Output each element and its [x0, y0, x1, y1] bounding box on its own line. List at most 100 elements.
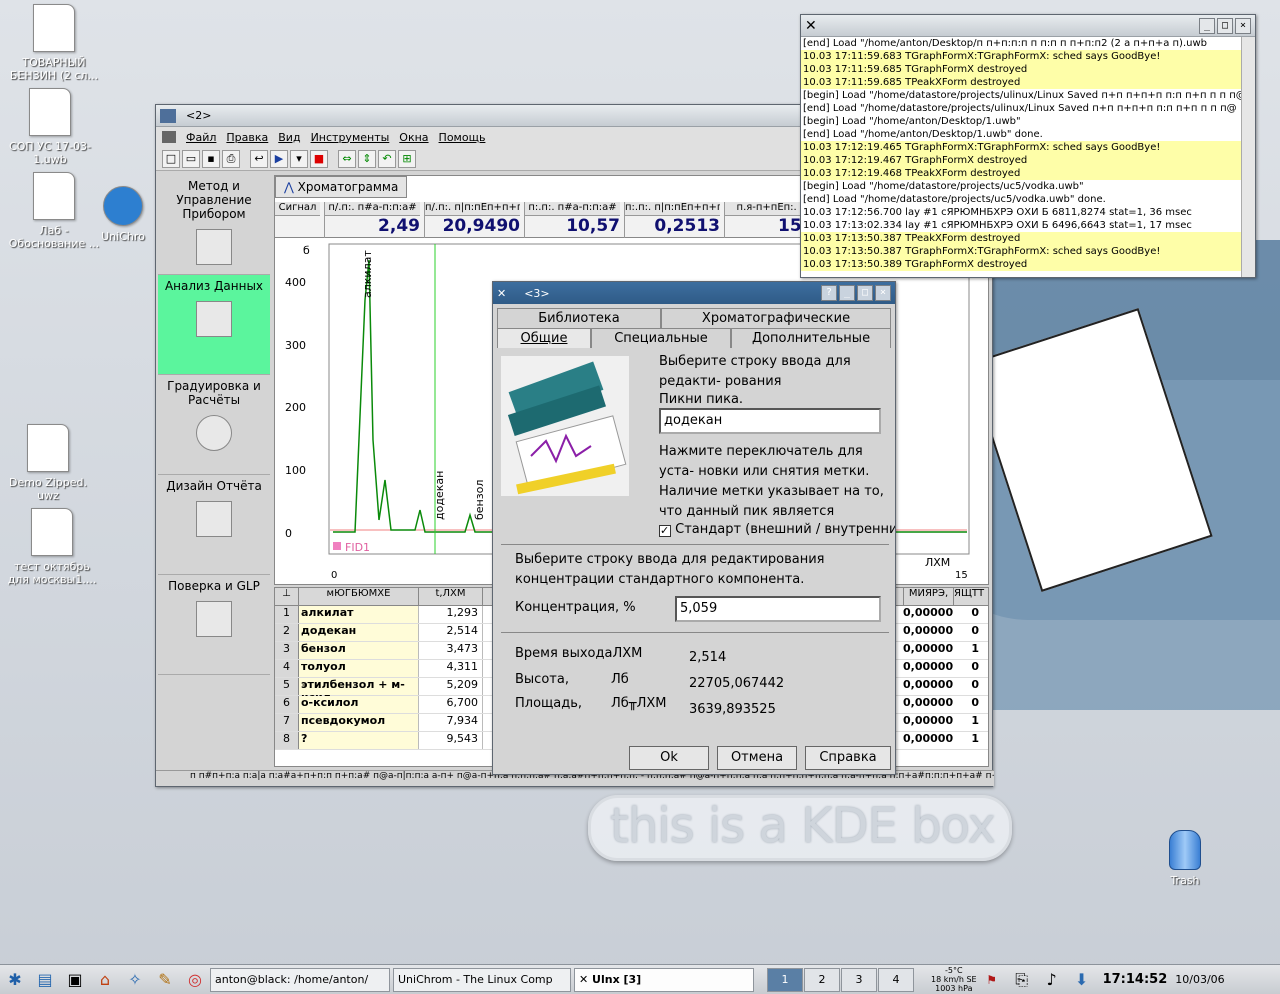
zoom-vertical-icon[interactable]: ⇕ — [358, 149, 376, 168]
column-header-conc[interactable]: МИЯРЭ, — [903, 588, 953, 605]
help-button[interactable]: ? — [821, 285, 837, 301]
row-number: 1 — [275, 606, 299, 623]
open-folder-icon[interactable]: ▭ — [182, 149, 200, 168]
maximize-button[interactable]: □ — [1217, 17, 1233, 34]
weather-widget[interactable]: -5°C 18 km/h SE 1003 hPa — [931, 966, 977, 993]
tab-library[interactable]: Библиотека — [497, 308, 661, 328]
component-name[interactable]: толуол — [299, 660, 419, 677]
volume-icon[interactable]: ♪ — [1040, 968, 1064, 992]
network-icon[interactable]: ✧ — [123, 968, 147, 992]
new-file-icon[interactable]: □ — [162, 149, 180, 168]
log-text-area[interactable]: [end] Load "/home/anton/Desktop/п п+п:п:… — [801, 37, 1241, 277]
pager-desktop-1[interactable]: 1 — [767, 967, 803, 992]
dropdown-icon[interactable]: ▾ — [290, 149, 308, 168]
dialog-titlebar[interactable]: ✕ <3> ? _ □ × — [493, 282, 895, 304]
component-name[interactable]: этилбензол + м-ксил — [299, 678, 419, 704]
pager-desktop-2[interactable]: 2 — [804, 967, 840, 992]
signal-cell: п:.п:. п#а-п:п:а# 10,57 — [525, 202, 625, 238]
trash[interactable]: Trash — [1155, 830, 1215, 887]
sidebar-item-glp[interactable]: Поверка и GLP — [158, 575, 270, 675]
clock-time[interactable]: 17:14:52 — [1103, 972, 1168, 987]
stop-icon[interactable]: ■ — [310, 149, 328, 168]
log-line: 10.03 17:11:59.685 TGraphFormX destroyed — [801, 63, 1241, 76]
concentration: 0,00000 — [903, 642, 954, 655]
desktop-icon-gasoline[interactable]: ТОВАРНЫЙ БЕНЗИН (2 сл... — [4, 4, 104, 82]
minimize-button[interactable]: _ — [1199, 17, 1215, 34]
standard-flag: 0 — [971, 660, 979, 673]
dialog-title: <3> — [524, 286, 550, 300]
log-line: 10.03 17:12:19.465 TGraphFormX:TGraphFor… — [801, 141, 1241, 154]
lifebuoy-icon[interactable]: ◎ — [183, 968, 207, 992]
download-icon[interactable]: ⬇ — [1070, 968, 1094, 992]
clock-date[interactable]: 10/03/06 — [1175, 973, 1224, 986]
retention-time: 3,473 — [419, 642, 483, 659]
desktop-pager: 1 2 3 4 — [767, 967, 915, 992]
pager-desktop-3[interactable]: 3 — [841, 967, 877, 992]
save-icon[interactable]: ▪ — [202, 149, 220, 168]
menu-windows[interactable]: Окна — [399, 131, 428, 144]
task-ulnx[interactable]: ✕ Ulnx [3] — [574, 967, 754, 992]
standard-checkbox[interactable]: ✓ — [659, 525, 671, 537]
zoom-horizontal-icon[interactable]: ⇔ — [338, 149, 356, 168]
height-unit: Лб — [611, 672, 629, 687]
zoom-fit-icon[interactable]: ⊞ — [398, 149, 416, 168]
office-icon[interactable]: ✎ — [153, 968, 177, 992]
terminal-icon[interactable]: ▣ — [63, 968, 87, 992]
print-icon[interactable]: ⎙ — [222, 149, 240, 168]
undo-icon[interactable]: ↩ — [250, 149, 268, 168]
sidebar-item-analysis[interactable]: Анализ Данных — [158, 275, 270, 375]
tab-special[interactable]: Специальные — [591, 328, 731, 348]
menu-tools[interactable]: Инструменты — [311, 131, 390, 144]
close-button[interactable]: × — [875, 285, 891, 301]
desktop-icon[interactable]: ▤ — [33, 968, 57, 992]
maximize-button[interactable]: □ — [857, 285, 873, 301]
component-name[interactable]: алкилат — [299, 606, 419, 623]
height-label: Высота, — [515, 672, 569, 687]
menu-file[interactable]: Файл — [186, 131, 216, 144]
kde-menu-icon[interactable]: ✱ — [3, 968, 27, 992]
minimize-button[interactable]: _ — [839, 285, 855, 301]
component-name[interactable]: додекан — [299, 624, 419, 641]
close-button[interactable]: × — [1235, 17, 1251, 34]
desktop-icon-test[interactable]: тест октябрь для москвы1.... — [2, 508, 102, 586]
log-window-titlebar[interactable]: ✕ _ □ × — [801, 15, 1255, 37]
desktop-icon-sop[interactable]: СОП УС 17-03-1.uwb — [0, 88, 100, 166]
ok-button[interactable]: Ok — [629, 746, 709, 770]
zoom-undo-icon[interactable]: ↶ — [378, 149, 396, 168]
concentration-label: Концентрация, % — [515, 600, 636, 615]
standard-checkbox-row[interactable]: ✓ Стандарт (внешний / внутренни — [659, 520, 895, 540]
task-unichrom[interactable]: UniChrom - The Linux Comp — [393, 967, 571, 992]
column-header-std[interactable]: ЯЩТТ — [953, 588, 984, 605]
tab-additional[interactable]: Дополнительные — [731, 328, 891, 348]
play-icon[interactable]: ▶ — [270, 149, 288, 168]
desktop-icon-unichrom[interactable]: UniChro — [88, 186, 158, 243]
component-name[interactable]: псевдокумол — [299, 714, 419, 731]
log-scrollbar[interactable] — [1241, 37, 1255, 277]
component-name[interactable]: о-ксилол — [299, 696, 419, 713]
desktop-icon-demo[interactable]: Demo Zipped. uwz — [0, 424, 98, 502]
tab-chromatographic[interactable]: Хроматографические — [661, 308, 891, 328]
calibration-icon — [196, 415, 232, 451]
klipper-icon[interactable]: ⎘ — [1010, 968, 1034, 992]
pager-desktop-4[interactable]: 4 — [878, 967, 914, 992]
menu-view[interactable]: Вид — [278, 131, 300, 144]
component-name[interactable]: ? — [299, 732, 419, 749]
tab-chromatogram[interactable]: ⋀ Хроматограмма — [275, 176, 408, 198]
us-flag-icon[interactable]: ⚑ — [980, 968, 1004, 992]
component-name[interactable]: бензол — [299, 642, 419, 659]
column-header-time[interactable]: t,ЛХМ — [419, 588, 483, 605]
column-header-name[interactable]: мЮГБЮМХЕ — [299, 588, 419, 605]
cancel-button[interactable]: Отмена — [717, 746, 797, 770]
concentration-input[interactable]: 5,059 — [675, 596, 881, 622]
tab-general[interactable]: Общие — [497, 328, 591, 348]
peak-name-input[interactable]: додекан — [659, 408, 881, 434]
sidebar-item-method[interactable]: Метод и Управление Прибором — [158, 175, 270, 275]
menu-edit[interactable]: Правка — [226, 131, 268, 144]
home-icon[interactable]: ⌂ — [93, 968, 117, 992]
task-terminal[interactable]: anton@black: /home/anton/ — [210, 967, 390, 992]
sidebar-item-report[interactable]: Дизайн Отчёта — [158, 475, 270, 575]
chromatogram-icon: ⋀ — [284, 180, 294, 194]
help-dialog-button[interactable]: Справка — [805, 746, 891, 770]
menu-help[interactable]: Помощь — [439, 131, 486, 144]
sidebar-item-calibration[interactable]: Градуировка и Расчёты — [158, 375, 270, 475]
